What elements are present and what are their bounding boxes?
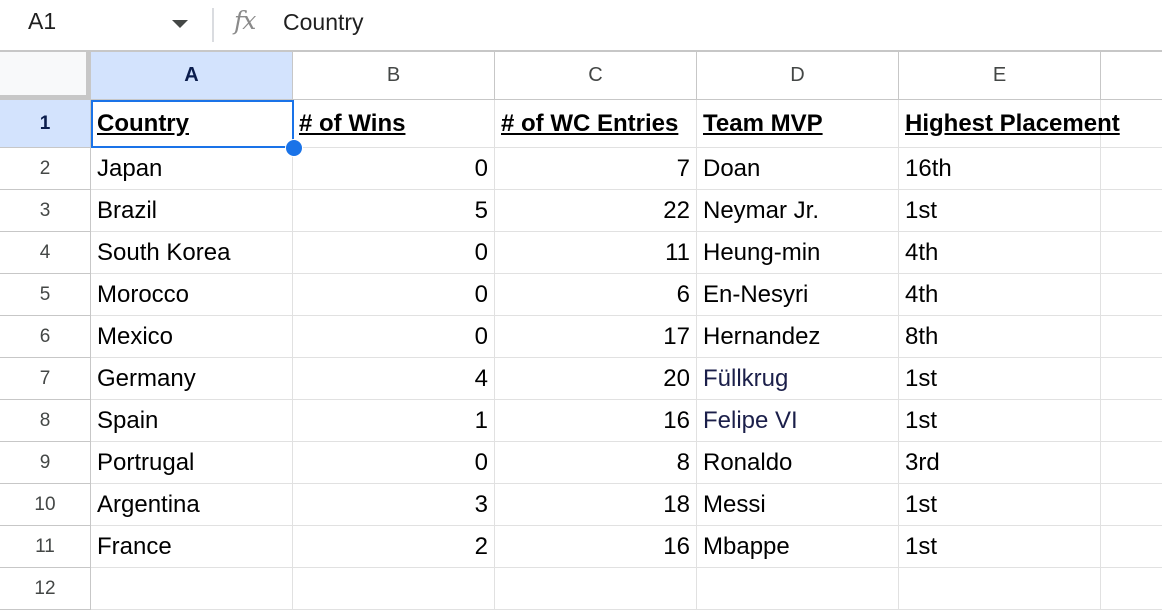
table-cell[interactable] (1101, 274, 1162, 316)
table-cell[interactable]: 11 (495, 232, 697, 274)
table-cell[interactable]: 4 (293, 358, 495, 400)
table-cell[interactable] (1101, 148, 1162, 190)
row-header[interactable]: 6 (0, 316, 91, 358)
name-box-dropdown-icon[interactable] (172, 20, 188, 28)
table-cell[interactable]: 0 (293, 148, 495, 190)
table-cell[interactable]: 5 (293, 190, 495, 232)
column-header-a[interactable]: A (91, 52, 293, 100)
table-cell[interactable]: Argentina (91, 484, 293, 526)
formula-input[interactable]: Country (283, 9, 364, 36)
table-cell[interactable]: 1st (899, 484, 1101, 526)
select-all-corner[interactable] (0, 52, 91, 100)
table-cell[interactable] (1101, 442, 1162, 484)
table-cell[interactable]: Germany (91, 358, 293, 400)
table-cell[interactable] (1101, 484, 1162, 526)
table-cell[interactable]: Brazil (91, 190, 293, 232)
table-cell[interactable]: 17 (495, 316, 697, 358)
table-cell[interactable]: Portrugal (91, 442, 293, 484)
table-cell[interactable]: 0 (293, 232, 495, 274)
header-cell[interactable]: Team MVP (697, 100, 899, 148)
table-cell[interactable]: 3rd (899, 442, 1101, 484)
table-cell[interactable]: France (91, 526, 293, 568)
table-cell[interactable]: 18 (495, 484, 697, 526)
row-header[interactable]: 11 (0, 526, 91, 568)
table-cell[interactable]: 7 (495, 148, 697, 190)
table-cell[interactable]: 6 (495, 274, 697, 316)
table-cell[interactable] (91, 568, 293, 610)
table-cell[interactable]: Füllkrug (697, 358, 899, 400)
table-cell[interactable] (495, 568, 697, 610)
table-cell[interactable]: Heung-min (697, 232, 899, 274)
table-cell[interactable]: Ronaldo (697, 442, 899, 484)
table-cell[interactable]: 16 (495, 526, 697, 568)
table-cell[interactable]: 8 (495, 442, 697, 484)
table-cell[interactable]: 1st (899, 190, 1101, 232)
table-cell[interactable]: En-Nesyri (697, 274, 899, 316)
table-cell[interactable] (697, 568, 899, 610)
table-cell[interactable]: 16th (899, 148, 1101, 190)
table-cell[interactable] (293, 568, 495, 610)
table-cell[interactable]: 1st (899, 358, 1101, 400)
table-cell[interactable]: Morocco (91, 274, 293, 316)
table-cell[interactable]: 4th (899, 232, 1101, 274)
table-cell[interactable]: 1 (293, 400, 495, 442)
column-header-d[interactable]: D (697, 52, 899, 100)
row-header[interactable]: 7 (0, 358, 91, 400)
table-cell[interactable]: Doan (697, 148, 899, 190)
table-cell[interactable]: Felipe VI (697, 400, 899, 442)
table-cell[interactable]: Mbappe (697, 526, 899, 568)
table-cell[interactable] (1101, 190, 1162, 232)
table-cell[interactable]: 0 (293, 442, 495, 484)
table-cell[interactable]: 20 (495, 358, 697, 400)
table-cell[interactable]: 0 (293, 316, 495, 358)
table-cell[interactable]: 16 (495, 400, 697, 442)
table-cell[interactable]: 4th (899, 274, 1101, 316)
row-header[interactable]: 2 (0, 148, 91, 190)
column-header-f[interactable] (1101, 52, 1162, 100)
table-cell[interactable]: Hernandez (697, 316, 899, 358)
table-cell[interactable]: 8th (899, 316, 1101, 358)
table-cell[interactable] (1101, 316, 1162, 358)
row-header[interactable]: 12 (0, 568, 91, 610)
table-cell[interactable]: Neymar Jr. (697, 190, 899, 232)
header-cell[interactable] (1101, 100, 1162, 148)
table-cell[interactable]: Japan (91, 148, 293, 190)
table-cell[interactable]: 2 (293, 526, 495, 568)
column-header-c[interactable]: C (495, 52, 697, 100)
formula-bar-divider (212, 8, 214, 42)
function-icon: fx (234, 6, 256, 35)
fill-handle[interactable] (285, 139, 303, 157)
header-cell[interactable]: # of Wins (293, 100, 495, 148)
header-cell[interactable]: # of WC Entries (495, 100, 697, 148)
header-cell[interactable]: Highest Placement (899, 100, 1120, 148)
row-header[interactable]: 5 (0, 274, 91, 316)
row-header[interactable]: 10 (0, 484, 91, 526)
table-cell[interactable] (1101, 400, 1162, 442)
column-header-b[interactable]: B (293, 52, 495, 100)
table-cell[interactable]: 1st (899, 526, 1101, 568)
table-cell[interactable] (1101, 358, 1162, 400)
column-header-e[interactable]: E (899, 52, 1101, 100)
row-header[interactable]: 4 (0, 232, 91, 274)
table-cell[interactable]: Messi (697, 484, 899, 526)
row-header[interactable]: 9 (0, 442, 91, 484)
table-cell[interactable]: 0 (293, 274, 495, 316)
table-cell[interactable]: Spain (91, 400, 293, 442)
table-cell[interactable] (899, 568, 1101, 610)
header-cell[interactable]: Country (91, 100, 293, 148)
table-cell[interactable] (1101, 526, 1162, 568)
table-cell[interactable] (1101, 568, 1162, 610)
row-header[interactable]: 3 (0, 190, 91, 232)
table-cell[interactable]: South Korea (91, 232, 293, 274)
table-cell[interactable]: Mexico (91, 316, 293, 358)
table-cell[interactable]: 3 (293, 484, 495, 526)
formula-bar: A1 fx Country (0, 0, 1162, 52)
table-cell[interactable]: 1st (899, 400, 1101, 442)
row-header[interactable]: 1 (0, 100, 91, 148)
table-cell[interactable]: 22 (495, 190, 697, 232)
name-box[interactable]: A1 (28, 8, 56, 35)
table-cell[interactable] (1101, 232, 1162, 274)
row-header[interactable]: 8 (0, 400, 91, 442)
